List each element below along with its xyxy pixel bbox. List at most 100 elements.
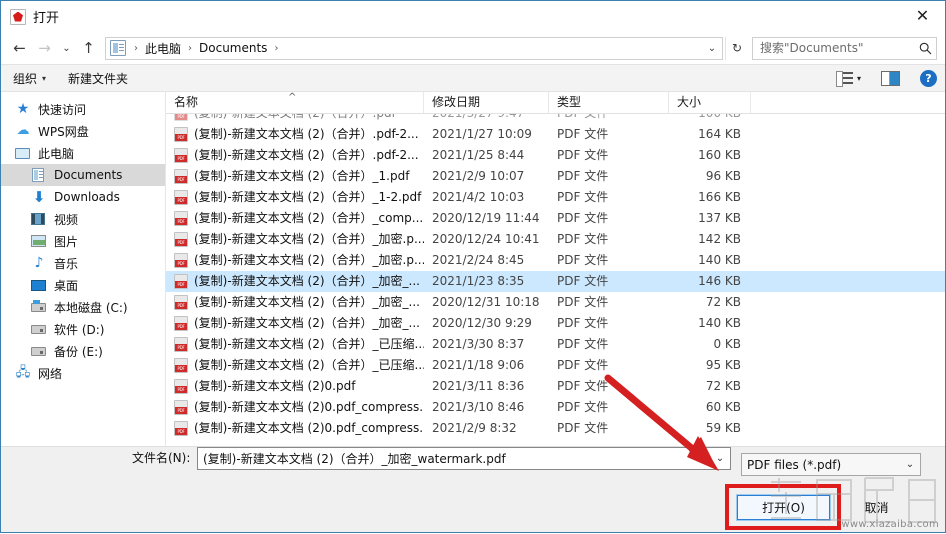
cell-size: 137 KB [698, 211, 741, 225]
preview-pane-icon[interactable] [881, 70, 900, 86]
up-button[interactable]: ↑ [76, 36, 101, 60]
cell-type: PDF 文件 [557, 232, 609, 246]
table-row[interactable]: (复制)-新建文本文档 (2)（合并）_加密_... 2020/12/31 10… [166, 292, 945, 313]
cell-name: (复制)-新建文本文档 (2)0.pdf_compress... [166, 418, 424, 439]
cell-date: 2021/3/27 9:47 [424, 114, 549, 124]
command-bar-right: ▾ ? [835, 69, 937, 87]
filename-field[interactable]: ⌄ [197, 447, 731, 470]
sidebar-item-music[interactable]: ♪ 音乐 [1, 252, 165, 274]
column-header-name[interactable]: 名称 ^ [166, 92, 424, 113]
sidebar-item-label: 本地磁盘 (C:) [54, 300, 128, 315]
cell-date: 2021/2/24 8:45 [432, 253, 525, 267]
table-row[interactable]: (复制)-新建文本文档 (2)（合并）_加密.p... 2020/12/24 1… [166, 229, 945, 250]
documents-folder-icon [110, 40, 126, 56]
table-row[interactable]: (复制)-新建文本文档 (2)（合并）_1-2.pdf 2021/4/2 10:… [166, 187, 945, 208]
table-row[interactable]: (复制)-新建文本文档 (2)（合并）_已压缩... 2021/1/18 9:0… [166, 355, 945, 376]
file-type-select[interactable]: PDF files (*.pdf) ⌄ [741, 453, 921, 476]
filename-input[interactable] [198, 450, 710, 467]
cell-date: 2021/2/9 8:32 [432, 421, 517, 435]
breadcrumb-this-pc[interactable]: 此电脑 [143, 40, 183, 57]
cell-date: 2021/3/10 8:46 [432, 400, 525, 414]
chevron-down-icon[interactable]: ⌄ [710, 453, 730, 464]
column-header-size[interactable]: 大小 [669, 92, 751, 113]
sidebar-item-downloads[interactable]: ⬇ Downloads [1, 186, 165, 208]
new-folder-button[interactable]: 新建文件夹 [68, 70, 128, 87]
table-row[interactable]: (复制)-新建文本文档 (2)0.pdf_compress... 2021/3/… [166, 397, 945, 418]
back-button[interactable]: ← [7, 36, 32, 60]
pdf-file-icon [174, 232, 188, 247]
cell-size: 96 KB [705, 169, 741, 183]
cell-name: (复制)-新建文本文档 (2)（合并）.pdf-2... [166, 145, 424, 166]
forward-button[interactable]: → [32, 36, 57, 60]
open-button[interactable]: 打开(O) [736, 494, 831, 521]
address-bar[interactable]: › 此电脑 › Documents › ⌄ [105, 36, 723, 60]
sidebar-item-desktop[interactable]: 桌面 [1, 274, 165, 296]
search-icon[interactable] [914, 42, 936, 55]
cell-name: (复制)-新建文本文档 (2)（合并）_1.pdf [166, 166, 424, 187]
sidebar-item-network[interactable]: 🖧 网络 [1, 362, 165, 384]
sidebar-item-drive-e[interactable]: 备份 (E:) [1, 340, 165, 362]
chevron-down-icon[interactable]: ▾ [857, 74, 861, 83]
table-row[interactable]: (复制)-新建文本文档 (2)0.pdf 2021/3/11 8:36 PDF … [166, 376, 945, 397]
cell-name: (复制)-新建文本文档 (2)（合并）.pdf [166, 114, 424, 124]
cancel-button[interactable]: 取消 [839, 495, 914, 520]
cell-type: PDF 文件 [557, 190, 609, 204]
cell-size: 164 KB [698, 127, 741, 141]
open-file-dialog: 打开 ✕ ← → ⌄ ↑ › 此电脑 › Documents › ⌄ ↻ 搜索"… [0, 0, 946, 533]
help-icon[interactable]: ? [920, 69, 937, 87]
cell-size: 140 KB [698, 316, 741, 330]
table-row[interactable]: (复制)-新建文本文档 (2)（合并）_1.pdf 2021/2/9 10:07… [166, 166, 945, 187]
table-row[interactable]: (复制)-新建文本文档 (2)（合并）_已压缩... 2021/3/30 8:3… [166, 334, 945, 355]
table-row[interactable]: (复制)-新建文本文档 (2)（合并）_加密.p... 2021/2/24 8:… [166, 250, 945, 271]
cell-name: (复制)-新建文本文档 (2)（合并）_加密_... [166, 271, 424, 292]
sidebar-item-quick-access[interactable]: ★ 快速访问 [1, 98, 165, 120]
view-options-icon[interactable] [835, 71, 853, 87]
chevron-down-icon[interactable]: ⌄ [702, 38, 722, 59]
search-input[interactable] [753, 41, 914, 55]
sidebar-item-videos[interactable]: 视频 [1, 208, 165, 230]
recent-locations-button[interactable]: ⌄ [57, 36, 76, 60]
cell-name: (复制)-新建文本文档 (2)（合并）_comp... [166, 208, 424, 229]
table-row[interactable]: (复制)-新建文本文档 (2)（合并）.pdf-2... 2021/1/27 1… [166, 124, 945, 145]
downloads-icon: ⬇ [32, 188, 46, 206]
table-row[interactable]: (复制)-新建文本文档 (2)0.pdf_compress... 2021/2/… [166, 418, 945, 439]
sidebar-item-this-pc[interactable]: 此电脑 [1, 142, 165, 164]
new-folder-label: 新建文件夹 [68, 71, 129, 86]
table-row[interactable]: (复制)-新建文本文档 (2)（合并）_加密_... 2020/12/30 9:… [166, 313, 945, 334]
desktop-icon [31, 277, 47, 293]
navigation-bar: ← → ⌄ ↑ › 此电脑 › Documents › ⌄ ↻ [1, 32, 945, 64]
column-header-date[interactable]: 修改日期 [424, 92, 549, 113]
file-list-pane: 名称 ^ 修改日期 类型 大小 (复制)-新建文本文档 (2)（合并）.pdf … [166, 92, 945, 446]
title-bar: 打开 ✕ [1, 1, 945, 32]
cell-date: 2021/1/27 10:09 [432, 127, 532, 141]
sidebar-item-drive-d[interactable]: 软件 (D:) [1, 318, 165, 340]
cell-type: PDF 文件 [557, 127, 609, 141]
sidebar-item-label: Downloads [54, 190, 120, 204]
organize-button[interactable]: 组织 ▾ [13, 70, 46, 87]
sidebar-item-documents[interactable]: Documents [1, 164, 165, 186]
chevron-down-icon: ▾ [42, 73, 47, 83]
sidebar-item-local-disk-c[interactable]: 本地磁盘 (C:) [1, 296, 165, 318]
pdf-file-icon [10, 8, 26, 25]
refresh-icon[interactable]: ↻ [725, 36, 748, 60]
sidebar-item-label: 音乐 [54, 256, 79, 271]
cell-name: (复制)-新建文本文档 (2)（合并）_加密_... [166, 292, 424, 313]
column-header-type[interactable]: 类型 [549, 92, 669, 113]
sidebar-item-pictures[interactable]: 图片 [1, 230, 165, 252]
close-icon[interactable]: ✕ [900, 1, 945, 31]
table-row-selected[interactable]: (复制)-新建文本文档 (2)（合并）_加密_... 2021/1/23 8:3… [166, 271, 945, 292]
cell-type: PDF 文件 [557, 169, 609, 183]
sidebar-item-label: WPS网盘 [38, 124, 89, 139]
breadcrumb-documents[interactable]: Documents [197, 41, 269, 55]
music-icon: ♪ [34, 255, 44, 271]
table-row[interactable]: (复制)-新建文本文档 (2)（合并）.pdf 2021/3/27 9:47 P… [166, 114, 945, 124]
table-row[interactable]: (复制)-新建文本文档 (2)（合并）_comp... 2020/12/19 1… [166, 208, 945, 229]
system-drive-icon [31, 299, 47, 315]
search-box[interactable] [752, 36, 937, 60]
file-type-value: PDF files (*.pdf) [747, 457, 842, 472]
table-row[interactable]: (复制)-新建文本文档 (2)（合并）.pdf-2... 2021/1/25 8… [166, 145, 945, 166]
chevron-down-icon: ⌄ [905, 459, 915, 470]
navigation-sidebar: ★ 快速访问 ☁ WPS网盘 此电脑 Documents ⬇ Downloads [1, 92, 166, 446]
sidebar-item-wps-cloud[interactable]: ☁ WPS网盘 [1, 120, 165, 142]
cell-name: (复制)-新建文本文档 (2)（合并）_加密.p... [166, 229, 424, 250]
